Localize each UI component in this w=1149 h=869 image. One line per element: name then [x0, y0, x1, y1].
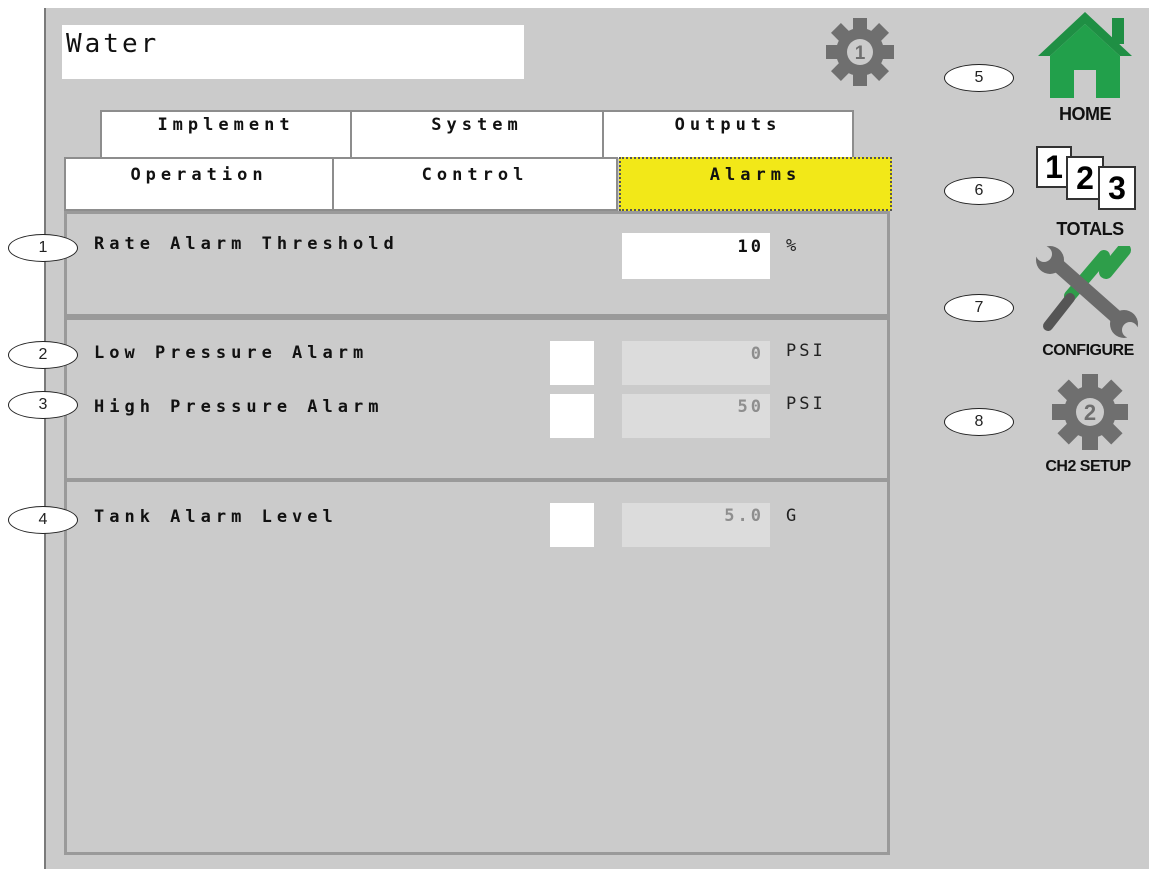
tank-alarm-checkbox[interactable]	[550, 503, 594, 547]
high-pressure-alarm-label: High Pressure Alarm	[94, 397, 384, 417]
callout-7: 7	[944, 294, 1014, 322]
rate-alarm-threshold-input[interactable]: 10	[622, 233, 770, 279]
high-pressure-unit: PSI	[786, 394, 826, 414]
tank-alarm-level-label: Tank Alarm Level	[94, 507, 338, 527]
totals-label: TOTALS	[1056, 219, 1124, 239]
wrench-screwdriver-icon	[1036, 246, 1138, 338]
tab-control[interactable]: Control	[332, 157, 618, 211]
tab-system[interactable]: System	[350, 110, 604, 158]
rate-alarm-threshold-label: Rate Alarm Threshold	[94, 234, 399, 254]
high-pressure-alarm-input[interactable]: 50	[622, 394, 770, 438]
tank-alarm-level-input[interactable]: 5.0	[622, 503, 770, 547]
tab-outputs[interactable]: Outputs	[602, 110, 854, 158]
configure-button[interactable]: CONFIGURE	[1030, 246, 1146, 364]
home-icon	[1038, 12, 1132, 98]
tab-alarms[interactable]: Alarms	[619, 157, 892, 211]
callout-8: 8	[944, 408, 1014, 436]
tank-alarm-unit: G	[786, 506, 800, 526]
low-pressure-alarm-input[interactable]: 0	[622, 341, 770, 385]
gear-2-icon: 2	[1052, 374, 1128, 450]
tab-implement[interactable]: Implement	[100, 110, 352, 158]
totals-icon: 1 2 3	[1032, 142, 1142, 212]
callout-1: 1	[8, 234, 78, 262]
tab-operation[interactable]: Operation	[64, 157, 334, 211]
low-pressure-unit: PSI	[786, 341, 826, 361]
configure-label: CONFIGURE	[1042, 342, 1134, 359]
home-label: HOME	[1059, 104, 1112, 124]
callout-5: 5	[944, 64, 1014, 92]
callout-4: 4	[8, 506, 78, 534]
low-pressure-alarm-checkbox[interactable]	[550, 341, 594, 385]
callout-6: 6	[944, 177, 1014, 205]
low-pressure-alarm-label: Low Pressure Alarm	[94, 343, 369, 363]
rate-alarm-unit: %	[786, 236, 800, 256]
high-pressure-alarm-checkbox[interactable]	[550, 394, 594, 438]
callout-2: 2	[8, 341, 78, 369]
gear-number: 1	[855, 43, 866, 64]
callout-3: 3	[8, 391, 78, 419]
ch2-setup-button[interactable]: 2 CH2 SETUP	[1030, 368, 1146, 484]
totals-button[interactable]: 1 2 3 TOTALS	[1032, 142, 1142, 246]
channel-1-gear-icon: 1	[822, 14, 898, 90]
ch2-gear-number: 2	[1084, 400, 1096, 425]
page-title: Water	[62, 25, 524, 79]
home-button[interactable]: HOME	[1030, 6, 1149, 130]
totals-digit-3: 3	[1098, 166, 1136, 210]
ch2-setup-label: CH2 SETUP	[1045, 458, 1131, 475]
